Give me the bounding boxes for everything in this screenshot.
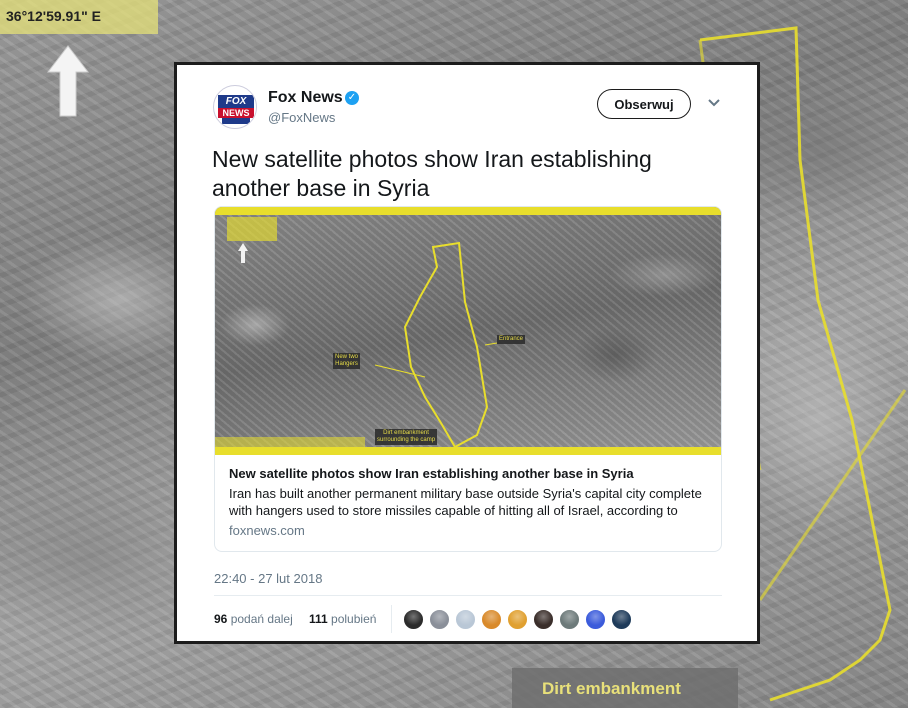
liker-avatar[interactable] — [455, 609, 476, 630]
new-hangers-mini-label: New two Hangers — [333, 353, 361, 369]
card-description: Iran has built another permanent militar… — [229, 486, 702, 518]
satellite-thumbnail-image: New two Hangers Entrance Dirt embankment s… — [215, 207, 721, 455]
user-handle[interactable]: @FoxNews — [268, 110, 335, 125]
tweet-card: FOX NEWS Fox News ✓ @FoxNews Obserwuj Ne… — [174, 62, 760, 644]
fox-news-logo-icon[interactable]: FOX NEWS — [213, 85, 257, 129]
chevron-down-icon[interactable] — [707, 97, 721, 109]
liker-avatar[interactable] — [403, 609, 424, 630]
likes-count: 111 — [309, 612, 328, 626]
coordinate-label: 36°12'59.91" E — [0, 0, 158, 34]
entrance-mini-label: Entrance — [497, 335, 526, 344]
liker-avatar[interactable] — [611, 609, 632, 630]
verified-badge-icon: ✓ — [345, 91, 359, 105]
stats-vertical-divider — [391, 605, 392, 633]
dirt-embankment-label: Dirt embankment — [512, 668, 738, 708]
link-preview-card[interactable]: New two Hangers Entrance Dirt embankment s… — [214, 206, 722, 552]
north-arrow-icon — [46, 45, 90, 117]
liker-avatar[interactable] — [585, 609, 606, 630]
tweet-text: New satellite photos show Iran establish… — [212, 146, 652, 201]
retweets-label: podań dalej — [230, 612, 293, 626]
follow-button[interactable]: Obserwuj — [597, 89, 691, 119]
likes-stat[interactable]: 111 polubień — [309, 612, 376, 626]
card-domain: foxnews.com — [229, 523, 305, 538]
card-title: New satellite photos show Iran establish… — [229, 466, 634, 481]
liker-avatar[interactable] — [429, 609, 450, 630]
user-name[interactable]: Fox News — [268, 89, 343, 107]
tweet-timestamp[interactable]: 22:40 - 27 lut 2018 — [214, 571, 322, 586]
retweets-count: 96 — [214, 612, 228, 626]
likes-label: polubień — [331, 612, 377, 626]
retweets-stat[interactable]: 96 podań dalej — [214, 612, 293, 626]
liker-avatar[interactable] — [533, 609, 554, 630]
liker-avatar[interactable] — [507, 609, 528, 630]
liker-avatar[interactable] — [559, 609, 580, 630]
liker-avatar[interactable] — [481, 609, 502, 630]
dirt-embankment-mini-label: Dirt embankment surrounding the camp — [375, 429, 438, 445]
stats-divider — [214, 595, 722, 596]
